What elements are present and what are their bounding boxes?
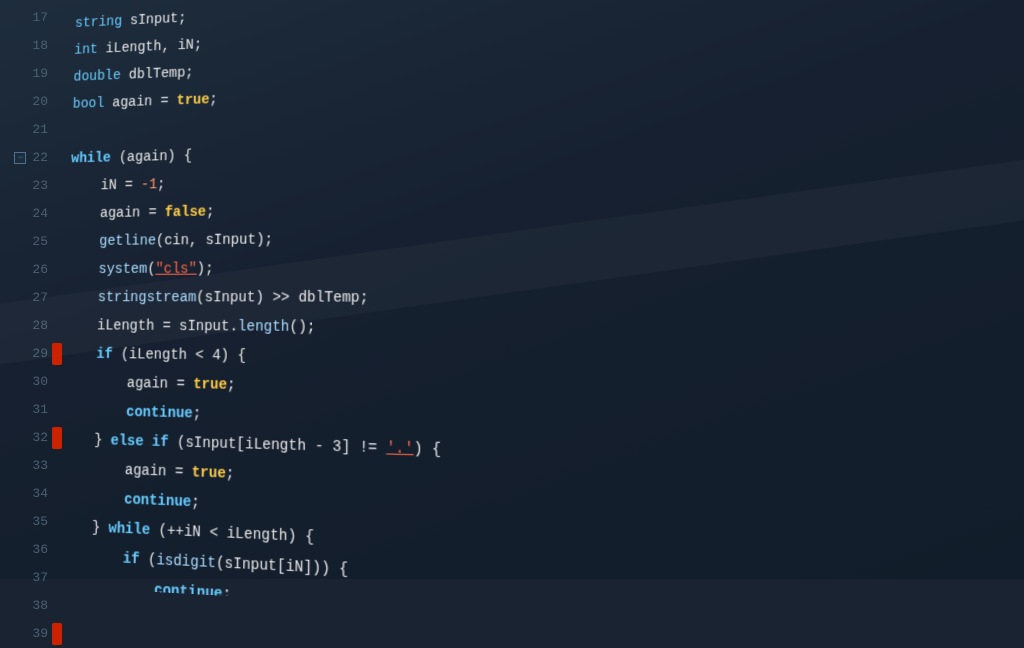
token-var: dblTemp;	[129, 65, 194, 83]
token-fn: isdigit	[156, 552, 216, 572]
line-gutter: 171819202122−232425262728293031323334353…	[0, 0, 60, 579]
token-var: }	[92, 520, 109, 538]
line-number-21: 21	[32, 116, 48, 144]
token-var: (++iN < iLength) {	[158, 523, 314, 547]
token-str: '.'	[386, 440, 413, 458]
token-var: ;	[191, 494, 200, 511]
token-var: again =	[127, 376, 194, 394]
code-editor: 171819202122−232425262728293031323334353…	[0, 0, 1024, 579]
token-type: double	[73, 68, 129, 86]
breakpoint-marker[interactable]	[52, 343, 62, 365]
line-number-20: 20	[32, 88, 48, 116]
token-kw: continue	[124, 492, 191, 511]
token-var: ;	[193, 406, 202, 423]
token-var: ;	[157, 177, 165, 193]
token-fn: stringstream	[98, 290, 197, 306]
line-number-23: 23	[32, 172, 48, 200]
token-kw: while	[108, 521, 158, 540]
token-fn: length	[238, 319, 290, 336]
token-var: }	[94, 433, 111, 450]
token-str: "cls"	[155, 261, 197, 277]
token-var: ;	[209, 92, 218, 108]
line-number-27: 27	[32, 284, 48, 312]
line-numbers: 171819202122−232425262728293031323334353…	[0, 4, 60, 648]
collapse-icon[interactable]: −	[14, 152, 26, 164]
line-number-24: 24	[32, 200, 48, 228]
token-var: sInput;	[130, 11, 187, 29]
line-number-17: 17	[32, 4, 48, 32]
token-var: ;	[206, 204, 215, 220]
code-line-39: else if (iN == (iLength - 3) ) {	[57, 630, 1024, 648]
token-kw: if	[123, 551, 148, 569]
line-number-37: 37	[32, 564, 48, 592]
token-type: bool	[73, 96, 113, 113]
token-var: ;	[226, 466, 235, 483]
token-var: (iLength < 4) {	[121, 347, 247, 365]
line-number-32: 32	[32, 424, 48, 452]
line-number-33: 33	[32, 452, 48, 480]
line-number-25: 25	[32, 228, 48, 256]
token-var: iLength = sInput.	[97, 318, 238, 335]
line-number-36: 36	[32, 536, 48, 564]
token-var: (sInput) >> dblTemp;	[196, 290, 368, 307]
line-number-19: 19	[32, 60, 48, 88]
token-type: int	[74, 42, 106, 59]
token-var: (cin, sInput);	[156, 232, 273, 249]
token-fn: system	[98, 262, 147, 278]
breakpoint-marker[interactable]	[52, 623, 62, 645]
token-kw: continue	[154, 582, 223, 603]
line-number-31: 31	[32, 396, 48, 424]
token-var: ;	[222, 586, 231, 604]
line-number-28: 28	[32, 312, 48, 340]
token-kw: else if	[121, 610, 189, 631]
line-number-18: 18	[32, 32, 48, 60]
token-var: iN =	[100, 178, 141, 195]
breakpoint-marker[interactable]	[52, 427, 62, 449]
token-var: iLength, iN;	[105, 37, 202, 57]
token-var: ) {	[414, 441, 442, 459]
line-number-29: 29	[32, 340, 48, 368]
token-type: string	[75, 14, 130, 32]
token-var: (	[148, 552, 157, 569]
line-number-39: 39	[32, 620, 48, 648]
line-number-22: 22−	[32, 144, 48, 172]
token-kw2: true	[192, 465, 226, 483]
line-number-38: 38	[32, 592, 48, 620]
token-var: (sInput[iN])) {	[216, 555, 348, 579]
code-line-27: stringstream(sInput) >> dblTemp;	[67, 283, 1024, 317]
token-kw: continue	[126, 405, 193, 423]
token-var: again =	[125, 463, 192, 482]
line-number-30: 30	[32, 368, 48, 396]
token-var: ();	[289, 319, 315, 336]
token-var: (again) {	[119, 149, 192, 167]
token-var: ;	[227, 377, 236, 394]
token-var: (sInput[iLength - 3] !=	[177, 435, 386, 458]
token-var: );	[197, 261, 214, 277]
token-kw: while	[71, 150, 119, 167]
token-kw: if	[96, 347, 121, 364]
line-number-26: 26	[32, 256, 48, 284]
token-var: (iN == (iLength - 3) ) {	[189, 614, 403, 645]
token-kw: else if	[110, 433, 177, 452]
line-number-35: 35	[32, 508, 48, 536]
token-kw: else if	[153, 643, 222, 648]
code-line-26: system("cls");	[68, 249, 1024, 284]
line-number-34: 34	[32, 480, 48, 508]
token-kw2: true	[193, 377, 227, 394]
token-fn: getline	[99, 233, 156, 250]
token-num: -1	[141, 177, 158, 193]
code-content: string sInput; int iLength, iN; double dbl…	[51, 0, 1024, 648]
token-var: again =	[112, 93, 177, 111]
token-kw2: true	[176, 92, 209, 109]
token-var: again =	[100, 205, 165, 222]
token-kw2: false	[165, 204, 207, 221]
